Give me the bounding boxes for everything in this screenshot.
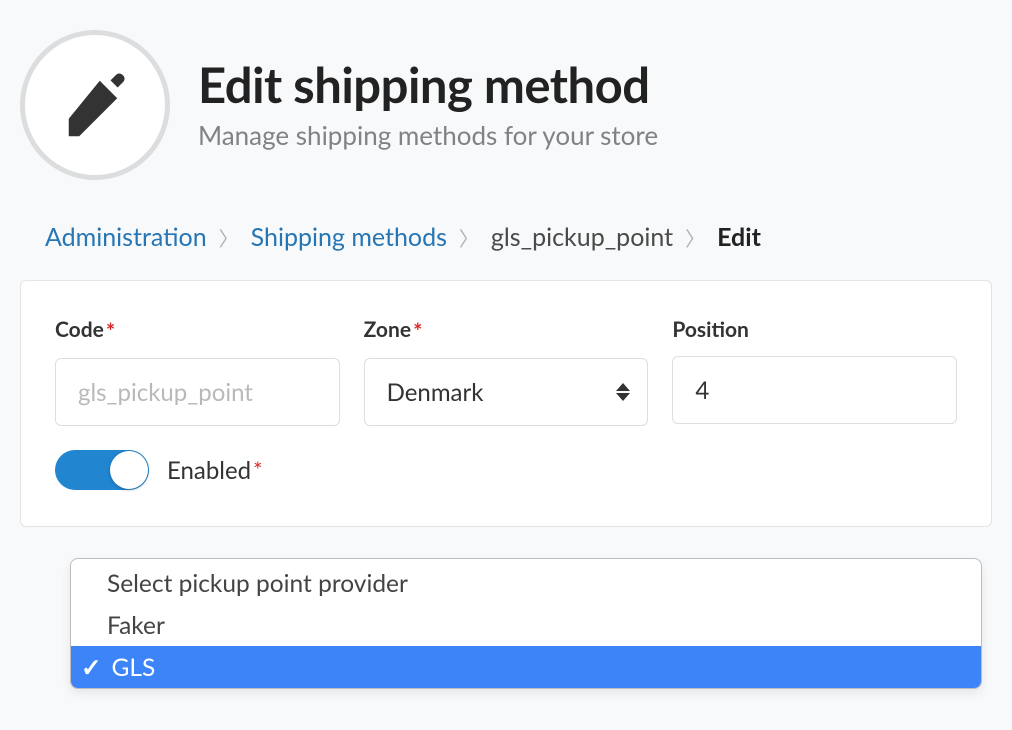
field-row: Code* Zone* Denmark Position xyxy=(55,317,957,426)
chevron-right-icon: 〉 xyxy=(219,223,239,252)
check-icon: ✓ xyxy=(81,653,102,682)
pencil-icon xyxy=(60,68,130,142)
breadcrumb-shipping-methods[interactable]: Shipping methods xyxy=(251,222,447,252)
field-position: Position xyxy=(672,317,957,426)
page-title: Edit shipping method xyxy=(198,59,658,113)
page-icon-circle xyxy=(20,30,170,180)
breadcrumb: Administration 〉 Shipping methods 〉 gls_… xyxy=(0,210,1012,280)
zone-select[interactable]: Denmark xyxy=(364,358,649,426)
zone-label: Zone* xyxy=(364,317,649,344)
header-text: Edit shipping method Manage shipping met… xyxy=(198,59,658,151)
breadcrumb-code: gls_pickup_point xyxy=(491,222,673,252)
code-label: Code* xyxy=(55,317,340,344)
position-label: Position xyxy=(672,317,957,342)
chevron-right-icon: 〉 xyxy=(459,223,479,252)
dropdown-option-gls[interactable]: ✓GLS xyxy=(71,646,981,688)
dropdown-option-faker[interactable]: Faker xyxy=(71,604,981,646)
enabled-row: Enabled* xyxy=(55,450,957,490)
page-header: Edit shipping method Manage shipping met… xyxy=(0,0,1012,210)
enabled-toggle[interactable] xyxy=(55,450,149,490)
field-zone: Zone* Denmark xyxy=(364,317,649,426)
enabled-label: Enabled* xyxy=(167,456,262,485)
required-asterisk: * xyxy=(413,317,422,344)
required-asterisk: * xyxy=(253,456,262,483)
breadcrumb-administration[interactable]: Administration xyxy=(45,222,207,252)
form-card: Code* Zone* Denmark Position Enabled* xyxy=(20,280,992,527)
page-subtitle: Manage shipping methods for your store xyxy=(198,119,658,151)
position-input[interactable] xyxy=(672,356,957,424)
pickup-provider-dropdown[interactable]: Select pickup point provider Faker ✓GLS xyxy=(70,558,982,689)
chevron-right-icon: 〉 xyxy=(685,223,705,252)
breadcrumb-current: Edit xyxy=(717,222,761,252)
code-input[interactable] xyxy=(55,358,340,426)
field-code: Code* xyxy=(55,317,340,426)
required-asterisk: * xyxy=(106,317,115,344)
dropdown-option-placeholder[interactable]: Select pickup point provider xyxy=(71,559,981,604)
